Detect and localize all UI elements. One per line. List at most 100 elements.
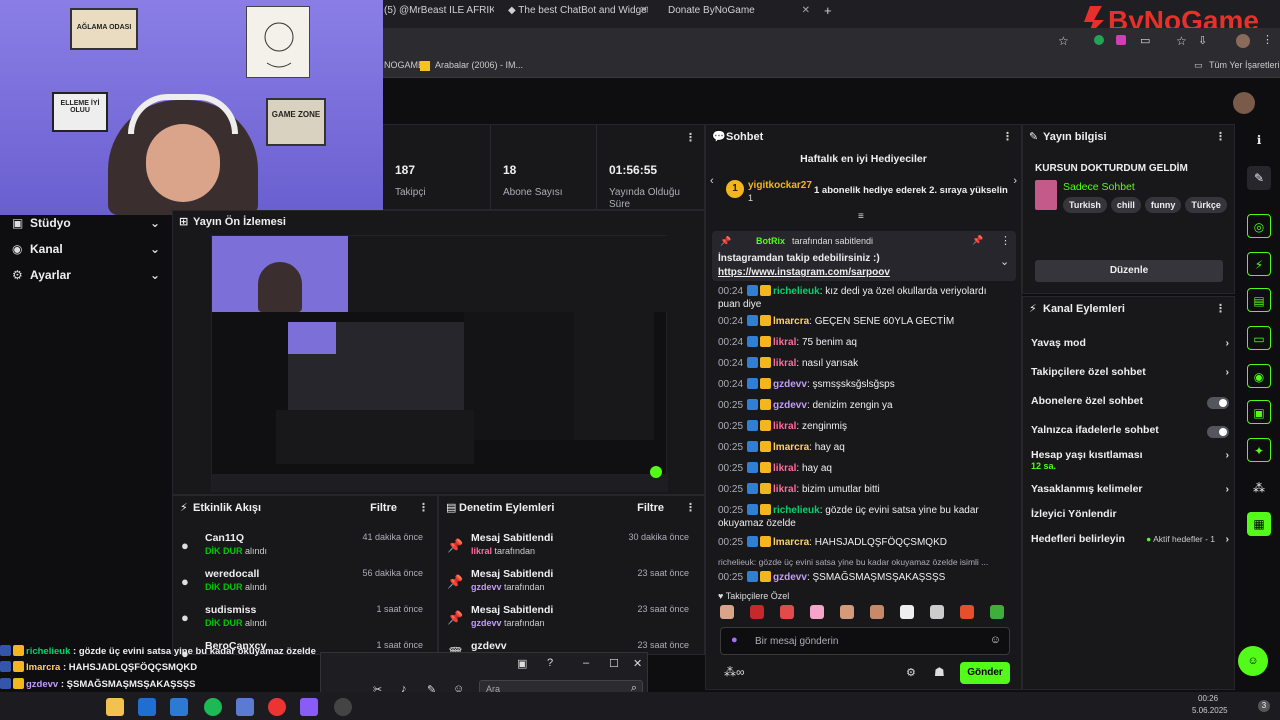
chat-message[interactable]: 00:25 lmarcra: hay aq bbox=[718, 441, 1010, 454]
list-item[interactable]: ● sudismiss DİK DUR alındı 1 saat önce bbox=[173, 604, 431, 640]
star-icon[interactable]: ☆ bbox=[1058, 34, 1069, 48]
browser-tab[interactable]: (5) @MrBeast İLE AFRİKA'D bbox=[384, 5, 494, 23]
chat-user[interactable]: lmarcra bbox=[773, 537, 809, 548]
chat-user[interactable]: richelieuk bbox=[773, 286, 820, 297]
chat-message[interactable]: 00:24 richelieuk: kız dedi ya özel okulla… bbox=[718, 285, 1010, 311]
app-icon[interactable] bbox=[300, 698, 318, 716]
list-item[interactable]: 📌 Mesaj Sabitlendi likral tarafından 30 dak… bbox=[439, 532, 697, 568]
new-tab-button[interactable]: + bbox=[824, 3, 836, 21]
gifter-name[interactable]: yigitkockar27 bbox=[748, 180, 812, 191]
bookmark-item[interactable]: Arabalar (2006) - IM... bbox=[435, 60, 523, 70]
filter-button[interactable]: Filtre bbox=[370, 496, 397, 520]
folder-icon[interactable] bbox=[106, 698, 124, 716]
bot-icon[interactable]: ☗ bbox=[934, 665, 945, 679]
help-icon[interactable]: ? bbox=[547, 657, 553, 669]
sidebar-item-settings[interactable]: ⚙ Ayarlar ⌄ bbox=[12, 268, 160, 284]
close-icon[interactable]: ✕ bbox=[640, 5, 648, 16]
preview-video[interactable] bbox=[211, 235, 668, 492]
chat-icon[interactable]: ▭ bbox=[1247, 326, 1271, 350]
chat-message[interactable]: 00:25 gzdevv: ŞSMAĞSMAŞMSŞAKAŞSŞS bbox=[718, 571, 1010, 584]
browser-tab[interactable]: Donate ByNoGame ✕ bbox=[668, 5, 810, 23]
more-options-icon[interactable]: ⋮ bbox=[1002, 125, 1013, 149]
bookmark-item[interactable]: NOGAME bbox=[384, 60, 424, 70]
chat-message[interactable]: 00:25 richelieuk: gözde üç evini satsa yi… bbox=[718, 504, 1010, 530]
sidebar-item-channel[interactable]: ◉ Kanal ⌄ bbox=[12, 242, 160, 258]
chat-user[interactable]: likral bbox=[773, 358, 796, 369]
chat-user[interactable]: lmarcra bbox=[773, 442, 809, 453]
collapse-icon[interactable]: ≡ bbox=[858, 211, 864, 222]
maximize-icon[interactable]: ☐ bbox=[609, 657, 619, 670]
chat-user[interactable]: likral bbox=[773, 337, 796, 348]
close-icon[interactable]: ✕ bbox=[802, 5, 810, 16]
pin-icon[interactable]: 📌 bbox=[972, 235, 983, 246]
window-icon[interactable]: ▣ bbox=[517, 657, 527, 670]
obs-icon[interactable] bbox=[334, 698, 352, 716]
document-icon[interactable]: ▤ bbox=[1247, 288, 1271, 312]
info-icon[interactable]: ℹ bbox=[1247, 128, 1271, 152]
emote-row[interactable] bbox=[720, 605, 1010, 623]
list-item[interactable]: ● weredocall DİK DUR alındı 56 dakika önce bbox=[173, 568, 431, 604]
more-options-icon[interactable]: ⋮ bbox=[1215, 297, 1226, 321]
outlook-icon[interactable] bbox=[138, 698, 156, 716]
bolt-icon[interactable]: ⚡ bbox=[1247, 252, 1271, 276]
chat-user[interactable]: lmarcra bbox=[773, 316, 809, 327]
mic-icon[interactable]: ● bbox=[731, 634, 738, 646]
chat-message[interactable]: 00:25 likral: zenginmiş bbox=[718, 420, 1010, 433]
more-options-icon[interactable]: ⋮ bbox=[685, 496, 696, 520]
copy-icon[interactable]: ▣ bbox=[1247, 400, 1271, 424]
chat-user[interactable]: likral bbox=[773, 421, 796, 432]
chat-message[interactable]: 00:24 gzdevv: şsmsşsksğslsğsps bbox=[718, 378, 1010, 391]
channel-action-item[interactable]: Yavaş mod › bbox=[1031, 337, 1229, 357]
channel-action-item[interactable]: Abonelere özel sohbet bbox=[1031, 395, 1229, 415]
chat-message[interactable]: 00:25 gzdevv: denizim zengin ya bbox=[718, 399, 1010, 412]
browser-tab[interactable]: ◆ The best ChatBot and Widgets ✕ bbox=[508, 5, 648, 23]
more-options-icon[interactable]: ⋮ bbox=[1215, 125, 1226, 149]
sidebar-item-studio[interactable]: ▣ Stüdyo ⌄ bbox=[12, 216, 160, 232]
edit-icon[interactable]: ✎ bbox=[1247, 166, 1271, 190]
channel-action-item[interactable]: İzleyici Yönlendir bbox=[1031, 508, 1229, 528]
extension-icon[interactable] bbox=[1116, 35, 1126, 45]
chat-user[interactable]: richelieuk bbox=[773, 505, 820, 516]
more-options-icon[interactable]: ⋮ bbox=[1000, 234, 1011, 247]
chat-message[interactable]: 00:24 likral: nasıl yarısak bbox=[718, 357, 1010, 370]
all-bookmarks[interactable]: Tüm Yer İşaretleri bbox=[1209, 60, 1280, 70]
points-icon[interactable]: ⁂ bbox=[1247, 476, 1271, 500]
channel-action-item[interactable]: Hedefleri belirleyin ● Aktif hedefler - 1… bbox=[1031, 533, 1229, 553]
channel-action-item[interactable]: Yalnızca ifadelerle sohbet bbox=[1031, 424, 1229, 444]
more-options-icon[interactable]: ⋮ bbox=[418, 496, 429, 520]
toggle-switch[interactable] bbox=[1207, 397, 1229, 409]
calculator-icon[interactable] bbox=[170, 698, 188, 716]
chevron-down-icon[interactable]: ⌄ bbox=[1000, 255, 1009, 268]
channel-action-item[interactable]: Yasaklanmış kelimeler › bbox=[1031, 483, 1229, 503]
camera-icon[interactable]: ◎ bbox=[1247, 214, 1271, 238]
chat-message[interactable]: 00:25 likral: bizim umutlar bitti bbox=[718, 483, 1010, 496]
toggle-switch[interactable] bbox=[1207, 426, 1229, 438]
chat-user[interactable]: gzdevv bbox=[773, 400, 807, 411]
chat-user[interactable]: gzdevv bbox=[773, 572, 807, 583]
broadcast-icon[interactable]: ◉ bbox=[1247, 364, 1271, 388]
chat-user[interactable]: likral bbox=[773, 484, 796, 495]
channel-action-item[interactable]: Takipçilere özel sohbet › bbox=[1031, 366, 1229, 386]
chevron-right-icon[interactable]: › bbox=[1013, 175, 1017, 187]
edit-button[interactable]: Düzenle bbox=[1035, 260, 1223, 282]
app-icon[interactable] bbox=[236, 698, 254, 716]
pinned-link[interactable]: https://www.instagram.com/sarpoov bbox=[718, 267, 890, 278]
user-avatar[interactable] bbox=[1233, 92, 1255, 114]
tag[interactable]: funny bbox=[1144, 197, 1182, 213]
send-button[interactable]: Gönder bbox=[960, 662, 1010, 684]
filter-button[interactable]: Filtre bbox=[637, 496, 664, 520]
emoji-icon[interactable]: ☺ bbox=[990, 634, 1001, 646]
extension-icon[interactable] bbox=[1094, 35, 1104, 45]
clapper-icon[interactable]: ▦ bbox=[1247, 512, 1271, 536]
extensions-icon[interactable]: ▭ bbox=[1140, 34, 1150, 47]
close-icon[interactable]: ✕ bbox=[633, 657, 642, 670]
download-icon[interactable]: ⇩ bbox=[1198, 34, 1207, 47]
tag[interactable]: Türkçe bbox=[1185, 197, 1227, 213]
list-item[interactable]: ● Can11Q DİK DUR alındı 41 dakika önce bbox=[173, 532, 431, 568]
chat-message[interactable]: 00:25 lmarcra: HAHSJADLQŞFÖQÇSMQKD bbox=[718, 536, 1010, 549]
bookmark-star-icon[interactable]: ☆ bbox=[1176, 34, 1187, 48]
minimize-icon[interactable]: – bbox=[583, 657, 589, 669]
menu-icon[interactable]: ⋮ bbox=[1262, 33, 1273, 46]
chat-message[interactable]: 00:25 likral: hay aq bbox=[718, 462, 1010, 475]
profile-avatar[interactable] bbox=[1236, 34, 1250, 48]
